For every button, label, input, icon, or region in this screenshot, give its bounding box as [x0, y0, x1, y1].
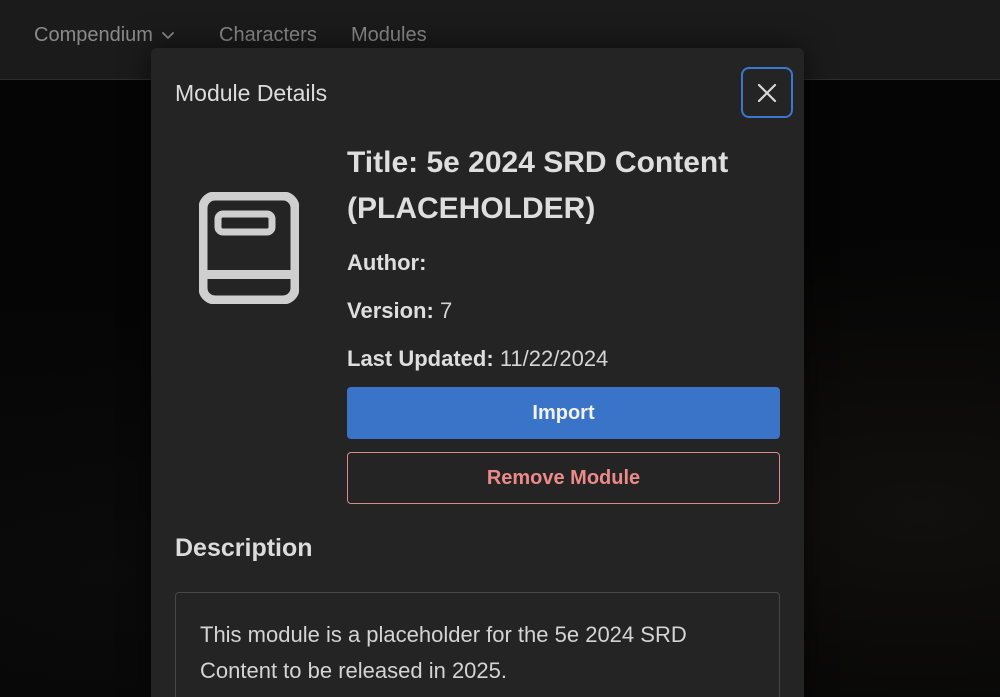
nav-modules-label: Modules [351, 24, 427, 46]
nav-compendium-dropdown[interactable]: Compendium [34, 22, 175, 48]
module-details-modal: Module Details Title: 5e 2024 SRD Conten… [151, 48, 804, 697]
nav-characters-label: Characters [219, 24, 317, 46]
module-info: Title: 5e 2024 SRD Content (PLACEHOLDER)… [347, 140, 781, 376]
nav-characters-link[interactable]: Characters [219, 22, 317, 48]
last-updated-value: 11/22/2024 [499, 346, 609, 371]
module-title: Title: 5e 2024 SRD Content (PLACEHOLDER) [347, 146, 729, 225]
remove-module-button[interactable]: Remove Module [347, 452, 780, 504]
nav-compendium-label: Compendium [34, 24, 153, 46]
book-icon [199, 192, 299, 304]
modal-title: Module Details [175, 80, 328, 106]
description-heading: Description [175, 534, 313, 562]
version-label: Version: [347, 298, 434, 323]
chevron-down-icon [162, 32, 174, 39]
description-box: This module is a placeholder for the 5e … [175, 592, 780, 697]
author-label: Author: [347, 250, 427, 275]
import-button[interactable]: Import [347, 387, 780, 439]
last-updated-row: Last Updated: 11/22/2024 [347, 342, 781, 376]
version-value: 7 [439, 298, 453, 323]
last-updated-label: Last Updated: [347, 346, 494, 371]
close-button[interactable] [741, 67, 793, 118]
close-icon [757, 83, 777, 102]
nav-modules-link[interactable]: Modules [351, 22, 427, 48]
version-row: Version: 7 [347, 294, 781, 328]
author-row: Author: [347, 246, 781, 280]
